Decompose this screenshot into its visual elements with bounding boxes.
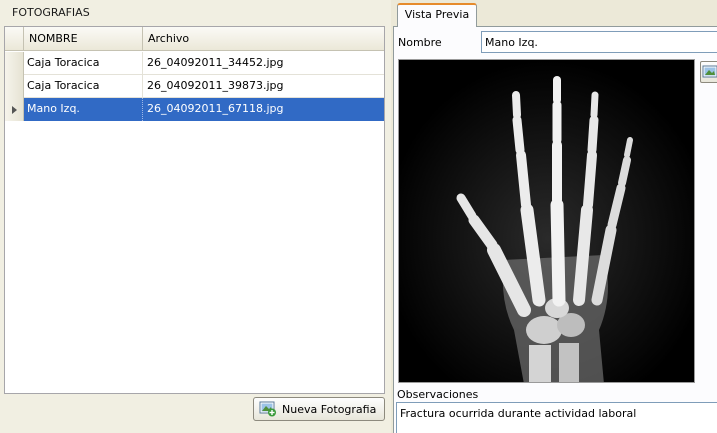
table-row-selected[interactable]: Mano Izq. 26_04092011_67118.jpg [5, 98, 384, 121]
nombre-label: Nombre [398, 36, 442, 49]
nueva-fotografia-button[interactable]: Nueva Fotografia [253, 397, 385, 421]
fotografias-group-title: FOTOGRAFIAS [12, 6, 90, 19]
preview-panel: Vista Previa Nombre Mano Izq. Observacio… [393, 0, 717, 433]
column-header-archivo[interactable]: Archivo [143, 27, 384, 51]
table-row[interactable]: Caja Toracica 26_04092011_34452.jpg [5, 52, 384, 75]
cell-archivo[interactable]: 26_04092011_34452.jpg [143, 52, 384, 75]
current-row-arrow-icon [12, 106, 17, 114]
image-icon [702, 65, 717, 78]
table-row[interactable]: Caja Toracica 26_04092011_39873.jpg [5, 75, 384, 98]
photo-preview [398, 59, 695, 383]
grid-header: NOMBRE Archivo [5, 27, 384, 51]
tab-vista-previa[interactable]: Vista Previa [397, 3, 477, 27]
cell-archivo[interactable]: 26_04092011_67118.jpg [143, 98, 384, 121]
nombre-input[interactable] [481, 31, 717, 53]
image-options-button[interactable] [700, 61, 717, 83]
observaciones-label: Observaciones [397, 388, 479, 401]
row-selector[interactable] [5, 52, 24, 75]
nueva-fotografia-label: Nueva Fotografia [282, 402, 377, 416]
cell-nombre[interactable]: Caja Toracica [24, 52, 143, 75]
image-add-icon [259, 401, 276, 417]
cell-nombre[interactable]: Caja Toracica [24, 75, 143, 98]
column-header-nombre[interactable]: NOMBRE [24, 27, 143, 51]
cell-nombre[interactable]: Mano Izq. [24, 98, 143, 121]
fotografias-panel: FOTOGRAFIAS NOMBRE Archivo Caja Toracica… [0, 0, 391, 433]
row-selector[interactable] [5, 75, 24, 98]
cell-archivo[interactable]: 26_04092011_39873.jpg [143, 75, 384, 98]
fotografias-grid[interactable]: NOMBRE Archivo Caja Toracica 26_04092011… [4, 26, 385, 394]
observaciones-textarea[interactable]: Fractura ocurrida durante actividad labo… [396, 402, 717, 433]
row-selector[interactable] [5, 98, 24, 121]
xray-hand-image [399, 60, 694, 382]
grid-header-corner [5, 27, 24, 51]
